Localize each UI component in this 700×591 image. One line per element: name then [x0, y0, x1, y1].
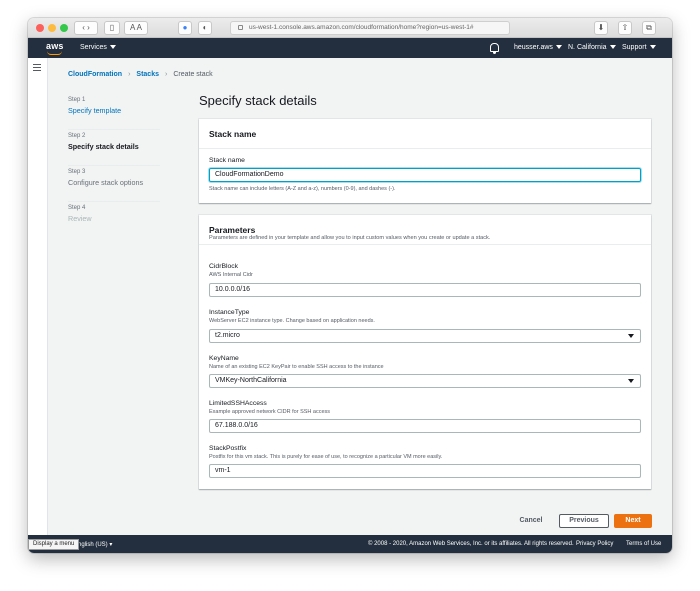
- services-menu[interactable]: Services: [80, 44, 116, 51]
- address-url: us-west-1.console.aws.amazon.com/cloudfo…: [249, 24, 474, 31]
- aws-smile-icon: [47, 51, 62, 55]
- chevron-down-icon: [555, 45, 562, 49]
- wizard-step-4: Step 4 Review: [68, 202, 160, 238]
- breadcrumb: CloudFormation › Stacks › Create stack: [68, 71, 213, 78]
- privacy-policy-link[interactable]: Privacy Policy: [576, 541, 613, 547]
- hamburger-menu-icon[interactable]: [33, 64, 41, 71]
- support-menu[interactable]: Support: [622, 44, 656, 51]
- step-title[interactable]: Specify template: [68, 106, 121, 115]
- step-number: Step 2: [68, 133, 86, 139]
- limitedsshaccess-label: LimitedSSHAccess: [209, 400, 267, 407]
- step-number: Step 1: [68, 97, 86, 103]
- wizard-steps: Step 1 Specify template Step 2 Specify s…: [68, 94, 160, 238]
- previous-button[interactable]: Previous: [559, 514, 609, 528]
- page-title: Specify stack details: [199, 93, 317, 108]
- keyname-label: KeyName: [209, 355, 239, 362]
- privacy-icon[interactable]: ●: [178, 21, 192, 35]
- sidebar-toggle-icon[interactable]: ▯: [104, 21, 120, 35]
- tabs-icon[interactable]: ⧉: [642, 21, 656, 35]
- text-size-buttons[interactable]: A A: [124, 21, 148, 35]
- step-title: Specify stack details: [68, 142, 139, 151]
- step-title: Configure stack options: [68, 178, 144, 187]
- chevron-down-icon: [649, 45, 656, 49]
- instancetype-value: t2.micro: [215, 332, 240, 339]
- keyname-desc: Name of an existing EC2 KeyPair to enabl…: [209, 364, 384, 370]
- dropdown-arrow-icon: [628, 379, 634, 383]
- browser-toolbar: ‹ › ▯ A A ● ◐ us-west-1.console.aws.amaz…: [28, 18, 672, 38]
- reader-icon[interactable]: ◐: [198, 21, 212, 35]
- panel-description: Parameters are defined in your template …: [209, 235, 491, 241]
- next-button[interactable]: Next: [614, 514, 652, 528]
- aws-footer: nglish (US) ▾ © 2008 - 2020, Amazon Web …: [28, 535, 672, 553]
- main-content: CloudFormation › Stacks › Create stack Step …: [28, 58, 672, 535]
- cidrblock-input[interactable]: 10.0.0.0/16: [209, 283, 641, 297]
- support-label: Support: [622, 44, 647, 51]
- stackpostfix-desc: Postfix for this vm stack. This is purel…: [209, 454, 443, 460]
- stackpostfix-label: StackPostfix: [209, 445, 247, 452]
- panel-heading: Parameters: [209, 225, 256, 235]
- address-bar[interactable]: us-west-1.console.aws.amazon.com/cloudfo…: [230, 21, 510, 35]
- aws-logo[interactable]: aws: [46, 41, 64, 55]
- panel-header: Stack name: [199, 119, 651, 149]
- cidrblock-desc: AWS Internal Cidr: [209, 272, 253, 278]
- download-icon[interactable]: ⬇: [594, 21, 608, 35]
- minimize-window-button[interactable]: [48, 24, 56, 32]
- account-menu[interactable]: heusser.aws: [514, 44, 562, 51]
- language-selector[interactable]: nglish (US) ▾: [78, 541, 112, 548]
- aws-header: aws Services heusser.aws N. California S…: [28, 38, 672, 58]
- stackpostfix-input[interactable]: vm-1: [209, 464, 641, 478]
- region-label: N. California: [568, 44, 607, 51]
- tooltip: Display a menu: [28, 539, 80, 550]
- copyright-text: © 2008 - 2020, Amazon Web Services, Inc.…: [368, 541, 574, 547]
- zoom-window-button[interactable]: [60, 24, 68, 32]
- stack-name-input[interactable]: CloudFormationDemo: [209, 168, 641, 182]
- browser-window: ‹ › ▯ A A ● ◐ us-west-1.console.aws.amaz…: [28, 18, 672, 553]
- instancetype-label: InstanceType: [209, 309, 250, 316]
- back-forward-buttons[interactable]: ‹ ›: [74, 21, 98, 35]
- aws-logo-text: aws: [46, 41, 64, 51]
- breadcrumb-stacks[interactable]: Stacks: [136, 71, 159, 78]
- lock-icon: [238, 25, 243, 30]
- terms-of-use-link[interactable]: Terms of Use: [626, 541, 661, 547]
- panel-heading: Stack name: [209, 129, 257, 139]
- chevron-down-icon: [609, 45, 616, 49]
- language-label: nglish (US): [78, 542, 108, 548]
- chevron-down-icon: [109, 45, 116, 49]
- dropdown-arrow-icon: [628, 334, 634, 338]
- instancetype-desc: WebServer EC2 instance type. Change base…: [209, 318, 375, 324]
- breadcrumb-create-stack: Create stack: [173, 71, 213, 78]
- cancel-button[interactable]: Cancel: [512, 514, 550, 528]
- stack-name-panel: Stack name Stack name CloudFormationDemo…: [199, 119, 651, 203]
- services-label: Services: [80, 44, 107, 51]
- instancetype-select[interactable]: t2.micro: [209, 329, 641, 343]
- wizard-step-3: Step 3 Configure stack options: [68, 166, 160, 202]
- side-navigation-rail: [28, 58, 48, 535]
- cidrblock-label: CidrBlock: [209, 263, 239, 270]
- wizard-step-2: Step 2 Specify stack details: [68, 130, 160, 166]
- step-number: Step 3: [68, 169, 86, 175]
- wizard-step-1[interactable]: Step 1 Specify template: [68, 94, 160, 130]
- keyname-select[interactable]: VMKey-NorthCalifornia: [209, 374, 641, 388]
- share-icon[interactable]: ⇧: [618, 21, 632, 35]
- parameters-panel: Parameters Parameters are defined in you…: [199, 215, 651, 489]
- limitedsshaccess-input[interactable]: 67.188.0.0/16: [209, 419, 641, 433]
- keyname-value: VMKey-NorthCalifornia: [215, 377, 287, 384]
- stack-name-hint: Stack name can include letters (A-Z and …: [209, 186, 396, 192]
- panel-header: Parameters Parameters are defined in you…: [199, 215, 651, 245]
- step-title: Review: [68, 214, 92, 223]
- stack-name-label: Stack name: [209, 157, 245, 164]
- region-menu[interactable]: N. California: [568, 44, 616, 51]
- notifications-bell-icon[interactable]: [490, 43, 499, 54]
- breadcrumb-cloudformation[interactable]: CloudFormation: [68, 71, 122, 78]
- close-window-button[interactable]: [36, 24, 44, 32]
- chevron-right-icon: ›: [164, 71, 168, 78]
- chevron-right-icon: ›: [128, 71, 131, 78]
- limitedsshaccess-desc: Example approved network CIDR for SSH ac…: [209, 409, 331, 415]
- account-label: heusser.aws: [514, 44, 553, 51]
- step-number: Step 4: [68, 205, 86, 211]
